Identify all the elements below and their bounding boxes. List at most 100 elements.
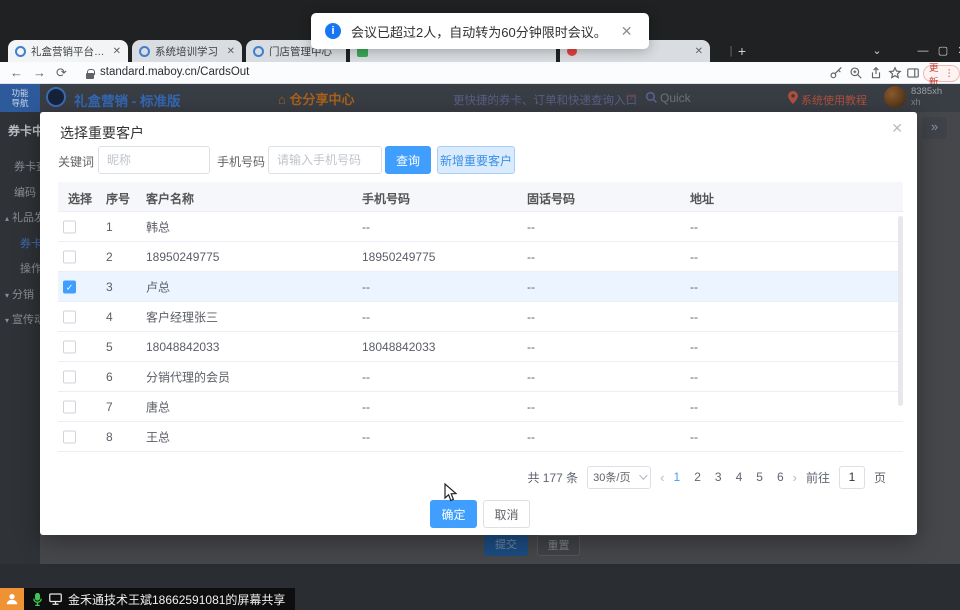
table-row-selected[interactable]: ✓ 3 卢总 -- -- --: [58, 272, 903, 302]
username-sub: xh: [911, 97, 921, 107]
page-3[interactable]: 3: [715, 470, 722, 484]
tab-close-icon[interactable]: ✕: [689, 46, 703, 57]
row-checkbox[interactable]: [63, 340, 76, 353]
reset-button-dimmed[interactable]: 重置: [537, 535, 580, 556]
browser-tab-2[interactable]: 系统培训学习 ✕: [132, 40, 242, 62]
share-app-icon[interactable]: [0, 588, 24, 610]
modal-close-icon[interactable]: ✕: [891, 120, 903, 137]
share-icon[interactable]: [869, 66, 883, 80]
page-6[interactable]: 6: [777, 470, 784, 484]
submit-button-dimmed[interactable]: 提交: [484, 535, 528, 556]
window-close-icon[interactable]: ✕: [953, 42, 960, 60]
tutorial-link[interactable]: 系统使用教程: [801, 92, 867, 108]
key-icon[interactable]: [829, 66, 843, 80]
row-checkbox[interactable]: [63, 220, 76, 233]
next-page-icon[interactable]: ›: [793, 470, 797, 485]
table-row[interactable]: 1 韩总 -- -- --: [58, 212, 903, 242]
nav-toggle-line2: 导航: [0, 98, 40, 108]
phone-input[interactable]: [268, 146, 382, 174]
update-button[interactable]: 更新 ⋮: [923, 65, 960, 82]
nav-toggle-button[interactable]: 功能 导航: [0, 84, 40, 112]
col-phone: 手机号码: [362, 190, 410, 207]
table-scrollbar[interactable]: [898, 216, 903, 406]
table-row[interactable]: 2 18950249775 18950249775 -- --: [58, 242, 903, 272]
keyword-input[interactable]: [98, 146, 210, 174]
table-row[interactable]: 4 客户经理张三 -- -- --: [58, 302, 903, 332]
share-center-link[interactable]: ⌂ 仓分享中心: [278, 89, 354, 108]
zoom-icon[interactable]: [849, 66, 863, 80]
page-1[interactable]: 1: [674, 470, 681, 484]
add-customer-button[interactable]: 新增重要客户: [437, 146, 515, 174]
new-tab-button[interactable]: +: [733, 42, 751, 60]
table-row[interactable]: 5 18048842033 18048842033 -- --: [58, 332, 903, 362]
tab-close-icon[interactable]: ✕: [221, 46, 235, 57]
page-5[interactable]: 5: [756, 470, 763, 484]
window-maximize-icon[interactable]: ▢: [934, 42, 952, 60]
cell-address: --: [690, 430, 698, 444]
cell-tel: --: [527, 340, 535, 354]
sidebar-item-active[interactable]: 券卡: [20, 235, 40, 251]
quick-label[interactable]: Quick: [660, 91, 691, 105]
cell-address: --: [690, 280, 698, 294]
url-text[interactable]: standard.maboy.cn/CardsOut: [100, 66, 249, 78]
browser-tab-1[interactable]: 礼盒营销平台管理中心 ✕: [8, 40, 128, 62]
tab-close-icon[interactable]: ✕: [107, 46, 121, 57]
cell-index: 6: [106, 370, 113, 384]
triangle-up-icon: ▴: [5, 214, 9, 223]
page-4[interactable]: 4: [736, 470, 743, 484]
sidebar-item[interactable]: 操作: [20, 260, 40, 276]
col-tel: 固话号码: [527, 190, 575, 207]
table-row[interactable]: 7 唐总 -- -- --: [58, 392, 903, 422]
cell-name: 18048842033: [146, 340, 219, 354]
tab-search-chevron-icon[interactable]: ⌄: [868, 42, 886, 60]
table-row[interactable]: 6 分销代理的会员 -- -- --: [58, 362, 903, 392]
lock-icon[interactable]: [86, 73, 94, 79]
page-2[interactable]: 2: [694, 470, 701, 484]
table-header: 选择 序号 客户名称 手机号码 固话号码 地址: [58, 182, 903, 212]
username: 8385xh: [911, 86, 942, 97]
side-panel-icon[interactable]: [906, 66, 920, 80]
forward-icon[interactable]: →: [33, 64, 46, 82]
sidebar-item[interactable]: ▾宣传动: [5, 311, 40, 327]
bookmark-star-icon[interactable]: [888, 66, 902, 80]
row-checkbox[interactable]: [63, 400, 76, 413]
row-checkbox[interactable]: [63, 430, 76, 443]
customer-table: 选择 序号 客户名称 手机号码 固话号码 地址 1 韩总 -- -- -- 2 …: [58, 182, 903, 460]
confirm-button[interactable]: 确定: [430, 500, 477, 528]
cancel-button[interactable]: 取消: [483, 500, 530, 528]
cell-tel: --: [527, 220, 535, 234]
chevron-down-icon: [639, 471, 647, 479]
user-avatar[interactable]: [884, 86, 906, 108]
window-minimize-icon[interactable]: —: [914, 42, 932, 60]
row-checkbox-checked[interactable]: ✓: [63, 280, 76, 293]
toast-close-icon[interactable]: ✕: [621, 23, 633, 40]
cell-name: 卢总: [146, 278, 170, 295]
reload-icon[interactable]: ⟳: [56, 64, 67, 82]
row-checkbox[interactable]: [63, 370, 76, 383]
kebab-menu-icon[interactable]: ⋮: [945, 68, 955, 79]
sidebar-item-label: 编码: [14, 187, 36, 199]
sidebar-item[interactable]: 券卡查: [14, 158, 40, 174]
goto-page-input[interactable]: [839, 466, 865, 489]
quick-search-icon[interactable]: [645, 91, 658, 104]
table-row-partial: [58, 452, 903, 460]
col-index: 序号: [106, 190, 130, 207]
prev-page-icon[interactable]: ‹: [660, 470, 664, 485]
sidebar-item[interactable]: ▾分销: [5, 286, 40, 302]
back-icon[interactable]: ←: [10, 64, 23, 82]
search-button[interactable]: 查询: [385, 146, 431, 174]
cell-phone: --: [362, 310, 370, 324]
table-row[interactable]: 8 王总 -- -- --: [58, 422, 903, 452]
sidebar-item[interactable]: ▴礼品发: [5, 209, 40, 225]
cell-tel: --: [527, 430, 535, 444]
page-size-select[interactable]: 30条/页: [587, 466, 651, 489]
cell-address: --: [690, 220, 698, 234]
sidebar-title: 券卡中: [8, 122, 40, 139]
collapse-panel-button[interactable]: »: [922, 117, 947, 139]
promo-text: 更快捷的券卡、订单和快递查询入口: [453, 92, 637, 108]
meeting-toast: i 会议已超过2人，自动转为60分钟限时会议。 ✕: [311, 13, 649, 49]
sidebar-item[interactable]: 编码: [14, 184, 40, 200]
row-checkbox[interactable]: [63, 310, 76, 323]
row-checkbox[interactable]: [63, 250, 76, 263]
tab-title: 系统培训学习: [155, 44, 218, 59]
